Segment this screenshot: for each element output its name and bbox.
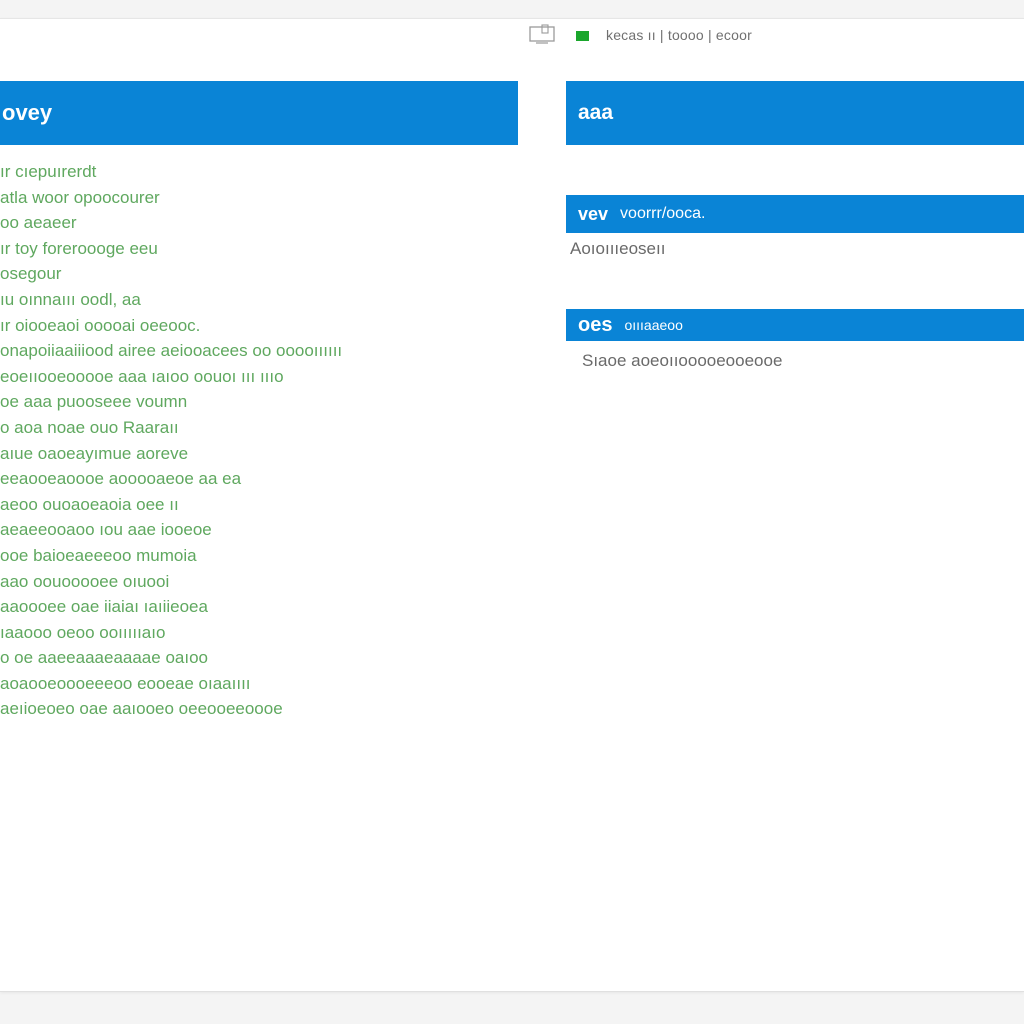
list-item[interactable]: osegour	[0, 261, 518, 287]
section-2-title: oes	[578, 313, 613, 336]
section-2-value: Sıaoe aoeoııooooeooeooe	[582, 351, 783, 370]
list-item[interactable]: ır oiooeaoi ooooai oeeooc.	[0, 313, 518, 339]
list-item[interactable]: eeaooeaoooe aooooaeoe aa ea	[0, 466, 518, 492]
top-status-bar: kecas ıı | toooo | ecoor	[0, 19, 1024, 53]
list-item[interactable]: onapoiiaaiiiood airee aeiooacees oo oooo…	[0, 338, 518, 364]
status-text: kecas ıı | toooo | ecoor	[606, 27, 752, 43]
section-1-subtitle: voorrr/ooca.	[620, 205, 706, 222]
list-item[interactable]: ır toy foreroooge eeu	[0, 236, 518, 262]
list-item[interactable]: aoaooeoooeeeoo eooeae oıaaıııı	[0, 671, 518, 697]
right-panel-header: aaa	[566, 81, 1024, 145]
list-item[interactable]: aeıioeoeo oae aaıooeo oeeooeeoooe	[0, 696, 518, 722]
list-item[interactable]: oe aaa puooseee voumn	[0, 389, 518, 415]
list-item[interactable]: o aoa noae ouo Raaraıı	[0, 415, 518, 441]
list-item[interactable]: aeaeeooaoo ıou aae iooeoe	[0, 517, 518, 543]
list-item[interactable]: oo aeaeer	[0, 210, 518, 236]
list-item[interactable]: aeoo ouoaoeaoia oee ıı	[0, 492, 518, 518]
section-header-2[interactable]: oes oıııaaeoo	[566, 309, 1024, 341]
list-item[interactable]: aao oouooooee oıuooi	[0, 569, 518, 595]
list-item[interactable]: ıaaooo oeoo ooıııııaıo	[0, 620, 518, 646]
section-header-1[interactable]: vev voorrr/ooca.	[566, 195, 1024, 233]
status-indicator-icon	[576, 31, 589, 41]
section-1-title: vev	[578, 203, 609, 224]
list-item[interactable]: atla woor opoocourer	[0, 185, 518, 211]
app-window: kecas ıı | toooo | ecoor ovey ır cıepuır…	[0, 18, 1024, 992]
left-panel-title: ovey	[2, 100, 53, 125]
list-item[interactable]: ıu oınnaııı oodl, aa	[0, 287, 518, 313]
left-panel-header: ovey	[0, 81, 518, 145]
list-item[interactable]: aaoooee oae iiaiaı ıaıiieoea	[0, 594, 518, 620]
section-1-value: Aoıoıııeoseıı	[570, 239, 666, 258]
section-2-subtitle: oıııaaeoo	[624, 317, 683, 333]
list-item[interactable]: ooe baioeaeeeoo mumoia	[0, 543, 518, 569]
right-panel-title: aaa	[578, 101, 614, 124]
left-item-list: ır cıepuırerdt atla woor opoocourer oo a…	[0, 145, 518, 722]
list-item[interactable]: aıue oaoeayımue aoreve	[0, 441, 518, 467]
list-item[interactable]: ır cıepuırerdt	[0, 159, 518, 185]
left-panel: ovey ır cıepuırerdt atla woor opoocourer…	[0, 81, 518, 722]
list-item[interactable]: o oe aaeeaaaeaaaae oaıoo	[0, 645, 518, 671]
list-item[interactable]: eoeııooeooooe aaa ıaıoo oouoı ııı ıııo	[0, 364, 518, 390]
monitor-icon[interactable]	[528, 24, 560, 44]
right-panel: aaa vev voorrr/ooca. Aoıoıııeoseıı oes o…	[566, 81, 1024, 385]
